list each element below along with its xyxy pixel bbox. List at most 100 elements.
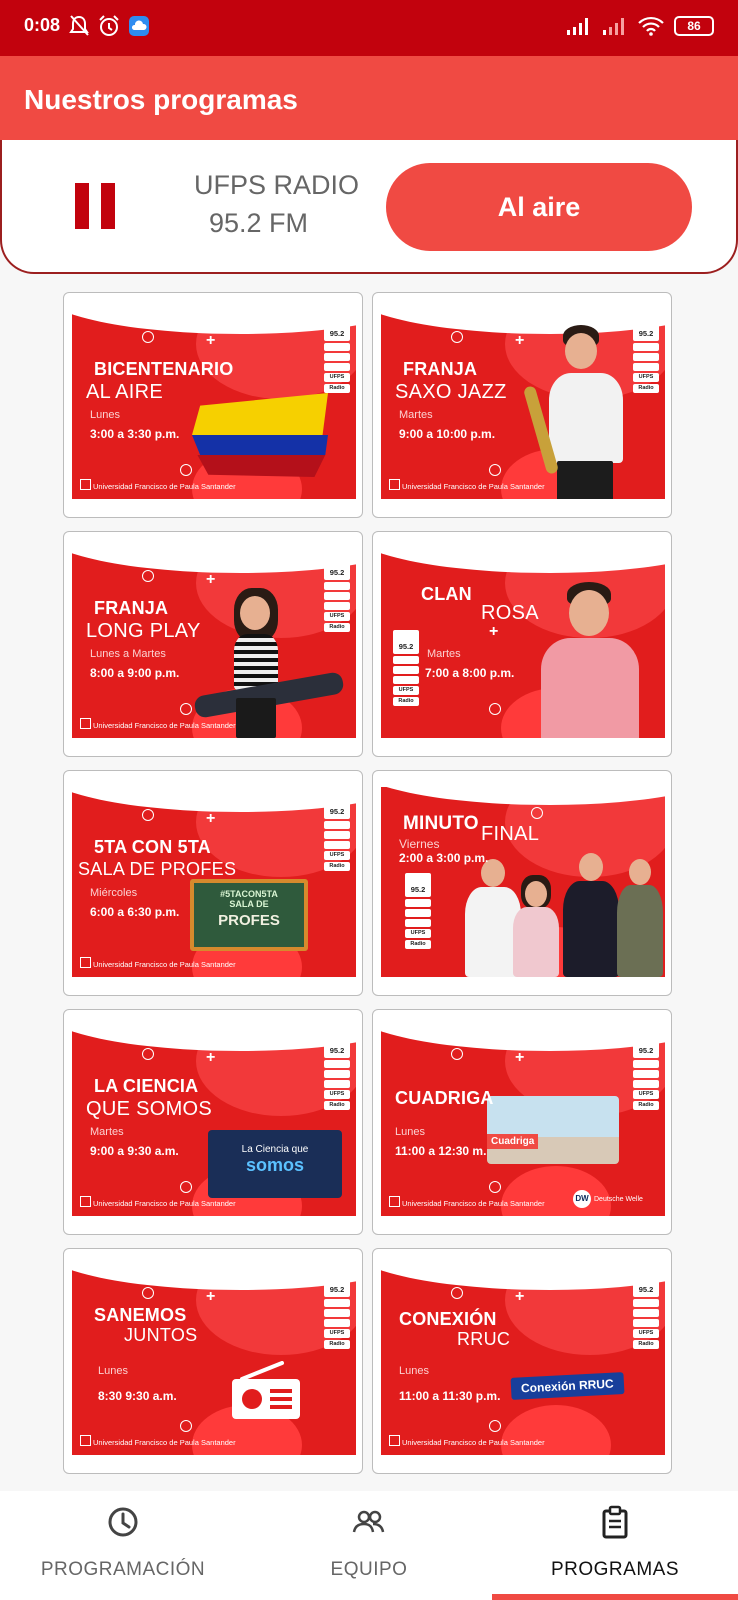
host-photo — [533, 582, 643, 738]
program-card[interactable]: + 95.2 UFPS Radio Conexión RRUC CONEXIÓN … — [372, 1248, 672, 1474]
radio-logo: 95.2 UFPS Radio — [324, 1273, 350, 1349]
program-day: Lunes — [395, 1126, 425, 1138]
program-subtitle: SAXO JAZZ — [395, 381, 507, 403]
wifi-icon — [638, 16, 664, 36]
program-title: CLAN — [421, 584, 472, 604]
program-time: 9:00 a 9:30 a.m. — [90, 1144, 179, 1158]
university-logo: Universidad Francisco de Paula Santander — [80, 1435, 236, 1447]
program-subtitle: QUE SOMOS — [86, 1098, 213, 1120]
radio-logo: 95.2 UFPS Radio — [633, 1273, 659, 1349]
nav-equipo[interactable]: EQUIPO — [246, 1491, 492, 1600]
page-title: Nuestros programas — [24, 84, 298, 115]
program-time: 8:00 a 9:00 p.m. — [90, 666, 180, 680]
pause-icon — [75, 183, 89, 229]
radio-logo: 95.2 UFPS Radio — [324, 795, 350, 871]
program-card[interactable]: + 95.2 UFPS Radio #5TACON5TA SALA DE PROF… — [63, 770, 363, 996]
program-card[interactable]: 95.2 UFPS Radio MINUTO FINAL Viernes 2:00… — [372, 770, 672, 996]
program-day: Martes — [399, 409, 433, 421]
signal-icon — [567, 18, 588, 35]
program-day: Lunes a Martes — [90, 648, 166, 660]
program-subtitle: RRUC — [457, 1329, 511, 1349]
pause-button[interactable] — [72, 183, 118, 229]
team-photo — [459, 853, 665, 977]
program-day: Lunes — [399, 1365, 429, 1377]
university-logo: Universidad Francisco de Paula Santander — [389, 1435, 545, 1447]
program-subtitle: JUNTOS — [124, 1325, 198, 1345]
brandenburg-gate-image: Cuadriga — [487, 1096, 619, 1164]
people-icon — [352, 1510, 385, 1533]
university-logo: Universidad Francisco de Paula Santander — [389, 1196, 545, 1208]
clock-icon — [108, 1507, 138, 1537]
university-logo: Universidad Francisco de Paula Santander — [389, 479, 545, 491]
clipboard-icon — [602, 1505, 628, 1539]
radio-icon — [232, 1361, 300, 1419]
program-time: 7:00 a 8:00 p.m. — [425, 666, 515, 680]
program-subtitle: ROSA — [481, 602, 539, 624]
program-day: Lunes — [98, 1365, 128, 1377]
saxophonist-photo — [522, 325, 641, 499]
university-logo: Universidad Francisco de Paula Santander — [80, 1196, 236, 1208]
program-time: 11:00 a 11:30 p.m. — [399, 1389, 501, 1403]
program-title: BICENTENARIO — [94, 359, 234, 379]
program-title: LA CIENCIA — [94, 1076, 199, 1096]
program-card[interactable]: + 95.2 UFPS Radio Cuadriga DW Deutsche Wel… — [372, 1009, 672, 1235]
conexion-rruc-banner: Conexión RRUC — [510, 1372, 625, 1400]
cloud-app-icon — [129, 16, 149, 36]
program-card[interactable]: + 95.2 UFPS Radio FRANJA LONG PLAY Lunes … — [63, 531, 363, 757]
program-time: 6:00 a 6:30 p.m. — [90, 905, 180, 919]
program-day: Lunes — [90, 409, 120, 421]
nav-label: PROGRAMACIÓN — [40, 1559, 206, 1580]
nav-programas[interactable]: PROGRAMAS — [492, 1491, 738, 1600]
program-poster: + 95.2 UFPS Radio SANEMOS JUNTOS Lunes 8:… — [72, 1265, 356, 1455]
program-time: 3:00 a 3:30 p.m. — [90, 427, 180, 441]
la-ciencia-logo: La Ciencia que somos — [208, 1130, 342, 1198]
guitarist-photo — [193, 588, 345, 738]
bell-off-icon — [69, 15, 89, 36]
program-card[interactable]: + 95.2 UFPS Radio La Ciencia que somos LA … — [63, 1009, 363, 1235]
program-subtitle: AL AIRE — [86, 381, 163, 403]
program-title: FRANJA — [403, 359, 478, 379]
program-card[interactable]: + 95.2 UFPS Radio SANEMOS JUNTOS Lunes 8:… — [63, 1248, 363, 1474]
program-day: Martes — [90, 1126, 124, 1138]
program-card[interactable]: + 95.2 UFPS Radio BICENTENARIO AL AIRE Lu… — [63, 292, 363, 518]
radio-logo: 95.2 UFPS Radio — [324, 317, 350, 393]
alarm-icon — [99, 15, 119, 36]
signal-icon — [603, 18, 624, 35]
university-logo: Universidad Francisco de Paula Santander — [80, 718, 236, 730]
program-poster: + 95.2 UFPS Radio CLAN ROSA Martes 7:00 a… — [381, 548, 665, 738]
nav-programacion[interactable]: PROGRAMACIÓN — [0, 1491, 246, 1600]
program-subtitle: LONG PLAY — [86, 620, 201, 642]
program-card[interactable]: + 95.2 UFPS Radio CLAN ROSA Martes 7:00 a… — [372, 531, 672, 757]
programs-grid: + 95.2 UFPS Radio BICENTENARIO AL AIRE Lu… — [63, 292, 675, 1490]
program-poster: + 95.2 UFPS Radio FRANJA SAXO JAZZ Martes… — [381, 309, 665, 499]
university-logo: Universidad Francisco de Paula Santander — [80, 479, 236, 491]
program-day: Martes — [427, 648, 461, 660]
live-button[interactable]: Al aire — [386, 163, 692, 251]
program-poster: + 95.2 UFPS Radio Conexión RRUC CONEXIÓN … — [381, 1265, 665, 1455]
program-poster: + 95.2 UFPS Radio Cuadriga DW Deutsche Wel… — [381, 1026, 665, 1216]
university-logo: Universidad Francisco de Paula Santander — [80, 957, 236, 969]
program-subtitle: SALA DE PROFES — [78, 859, 237, 879]
radio-logo: 95.2 UFPS Radio — [393, 630, 419, 706]
program-title: MINUTO — [403, 813, 479, 834]
selected-tab-indicator — [492, 1594, 738, 1600]
program-subtitle: FINAL — [481, 823, 540, 845]
program-time: 11:00 a 12:30 m. — [395, 1144, 487, 1158]
colombia-flag-image — [192, 393, 328, 477]
status-time: 0:08 — [24, 15, 61, 35]
station-name: UFPS RADIO — [194, 170, 360, 200]
program-time: 9:00 a 10:00 p.m. — [399, 427, 496, 441]
radio-logo: 95.2 UFPS Radio — [324, 1034, 350, 1110]
program-title: SANEMOS — [94, 1305, 187, 1325]
radio-logo: 95.2 UFPS Radio — [633, 1034, 659, 1110]
program-card[interactable]: + 95.2 UFPS Radio FRANJA SAXO JAZZ Martes… — [372, 292, 672, 518]
station-frequency: 95.2 FM — [209, 208, 309, 238]
program-title: CUADRIGA — [395, 1088, 494, 1108]
status-bar: 0:08 86 — [0, 0, 738, 56]
program-day: Miércoles — [90, 887, 138, 899]
program-poster: 95.2 UFPS Radio MINUTO FINAL Viernes 2:00… — [381, 787, 665, 977]
program-poster: + 95.2 UFPS Radio BICENTENARIO AL AIRE Lu… — [72, 309, 356, 499]
radio-logo: 95.2 UFPS Radio — [405, 873, 431, 949]
program-title: FRANJA — [94, 598, 169, 618]
nav-label: EQUIPO — [330, 1559, 408, 1580]
